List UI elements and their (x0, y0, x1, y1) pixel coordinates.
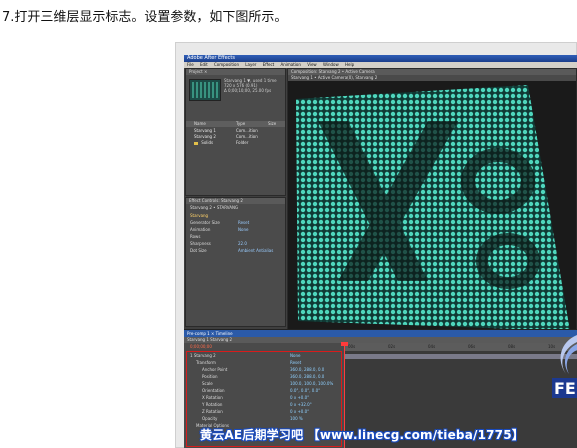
timeline-row[interactable]: 1 Starvang 2 None (190, 353, 300, 358)
menu-layer[interactable]: Layer (245, 62, 256, 67)
effect-label: Animation (190, 227, 211, 232)
effect-row[interactable]: Rows (190, 234, 200, 240)
row-value[interactable]: 0 x +0.0° (290, 395, 309, 400)
list-item[interactable]: Solids Folder (186, 140, 285, 146)
window-title: Adobe After Effects (184, 55, 577, 62)
timeline-row[interactable]: Position 360.0, 288.0, 0.0 (202, 374, 324, 379)
effect-value[interactable]: 22.0 (238, 241, 247, 246)
effect-row[interactable]: Starvang (190, 213, 208, 219)
effect-value[interactable]: None (238, 227, 248, 232)
menu-edit[interactable]: Edit (200, 62, 208, 67)
ruler-label: 02s (388, 344, 396, 349)
site-logo: FE (552, 335, 577, 398)
column-size[interactable]: Size (268, 121, 276, 127)
composition-viewer[interactable]: Composition: Starvang 2 • Active Camera … (287, 68, 577, 332)
project-column-header: Name Type Size (186, 121, 285, 127)
folder-icon (194, 141, 198, 145)
layer-duration-bar[interactable] (344, 354, 577, 359)
item-name: Solids (201, 140, 214, 145)
row-value[interactable]: 360.0, 288.0, 0.0 (290, 367, 324, 372)
after-effects-window: Adobe After Effects File Edit Compositio… (184, 55, 577, 448)
row-label: Transform (196, 360, 216, 365)
menu-composition[interactable]: Composition (214, 62, 239, 67)
ruler-label: 06s (468, 344, 476, 349)
row-value[interactable]: None (290, 353, 300, 358)
row-label: Anchor Point (202, 367, 228, 372)
timeline-row[interactable]: Transform Reset (196, 360, 301, 365)
timeline-row[interactable]: Scale 100.0, 100.0, 100.0% (202, 381, 333, 386)
item-name: Starvang 1 (194, 128, 216, 133)
row-value[interactable]: 100 % (290, 416, 303, 421)
menu-help[interactable]: Help (345, 62, 354, 67)
effect-label: Starvang (190, 213, 209, 218)
effect-label: Dot Size (190, 248, 207, 253)
item-name: Starvang 2 (194, 134, 216, 139)
row-label: Orientation (202, 388, 225, 393)
menu-animation[interactable]: Animation (281, 62, 301, 67)
effect-row[interactable]: Sharpness 22.0 (190, 241, 247, 247)
dot-matrix-layer (288, 81, 576, 331)
effect-label: Sharpness (190, 241, 211, 246)
ruler-label: 08s (508, 344, 516, 349)
effect-controls-panel: Effect Controls: Starvang 2 Starvang 2 •… (185, 197, 286, 327)
row-label: X Rotation (202, 395, 223, 400)
menu-view[interactable]: View (307, 62, 317, 67)
row-value[interactable]: 0 x +32.0° (290, 402, 312, 407)
row-label: Opacity (202, 416, 218, 421)
timeline-row[interactable]: Z Rotation 0 x +0.0° (202, 409, 309, 414)
row-value[interactable]: Reset (290, 360, 301, 365)
timecode[interactable]: 0;00;00;00 (190, 344, 212, 349)
item-type: Folder (236, 140, 249, 145)
row-value[interactable]: 100.0, 100.0, 100.0% (290, 381, 333, 386)
effect-row[interactable]: Animation None (190, 227, 248, 233)
tab-effect-controls[interactable]: Effect Controls: Starvang 2 (186, 198, 285, 204)
project-panel: Project × Starvang 1 ▼, used 1 time 720 … (185, 68, 286, 196)
watermark-text: 黄云AE后期学习吧 【www.linecg.com/tieba/1775】 (200, 428, 524, 442)
row-label: Z Rotation (202, 409, 223, 414)
composition-info: Starvang 1 ▼, used 1 time 720 x 576 (0.9… (224, 78, 277, 93)
effect-label: Generator Size (190, 220, 220, 225)
ruler-label: 04s (428, 344, 436, 349)
row-label: Y Rotation (202, 402, 223, 407)
timeline-row[interactable]: Opacity 100 % (202, 416, 303, 421)
timeline-row[interactable]: Y Rotation 0 x +32.0° (202, 402, 312, 407)
timeline-row[interactable]: Orientation 0.0°, 0.0°, 0.0° (202, 388, 320, 393)
effect-value[interactable]: Ambient Antialias (238, 248, 273, 253)
effect-row[interactable]: Generator Size Reset (190, 220, 249, 226)
layer-label: Starvang 2 • STARVANG (190, 205, 239, 210)
ruler-label: 00s (348, 344, 356, 349)
row-value[interactable]: 0 x +0.0° (290, 409, 309, 414)
tab-project[interactable]: Project × (186, 69, 285, 75)
timeline-row[interactable]: X Rotation 0 x +0.0° (202, 395, 309, 400)
row-label: 1 Starvang 2 (190, 353, 216, 358)
row-value[interactable]: 360.0, 288.0, 0.0 (290, 374, 324, 379)
menu-file[interactable]: File (187, 62, 194, 67)
time-ruler[interactable]: 00s 02s 04s 06s 08s 10s (344, 343, 577, 351)
row-value[interactable]: 0.0°, 0.0°, 0.0° (290, 388, 320, 393)
timeline-row[interactable]: Anchor Point 360.0, 288.0, 0.0 (202, 367, 324, 372)
logo-text: FE (554, 379, 576, 398)
row-label: Position (202, 374, 218, 379)
effect-row[interactable]: Dot Size Ambient Antialias (190, 248, 273, 254)
menu-window[interactable]: Window (323, 62, 339, 67)
effect-label: Rows (190, 234, 201, 239)
timeline-title: Pre-comp 1 × Timeline (184, 330, 577, 337)
row-label: Scale (202, 381, 213, 386)
composition-thumbnail (189, 79, 221, 101)
column-name[interactable]: Name (194, 121, 206, 127)
caption-text: 7.打开三维层显示标志。设置参数，如下图所示。 (2, 10, 288, 25)
menu-effect[interactable]: Effect (263, 62, 275, 67)
effect-value[interactable]: Reset (238, 220, 249, 225)
column-type[interactable]: Type (236, 121, 245, 127)
